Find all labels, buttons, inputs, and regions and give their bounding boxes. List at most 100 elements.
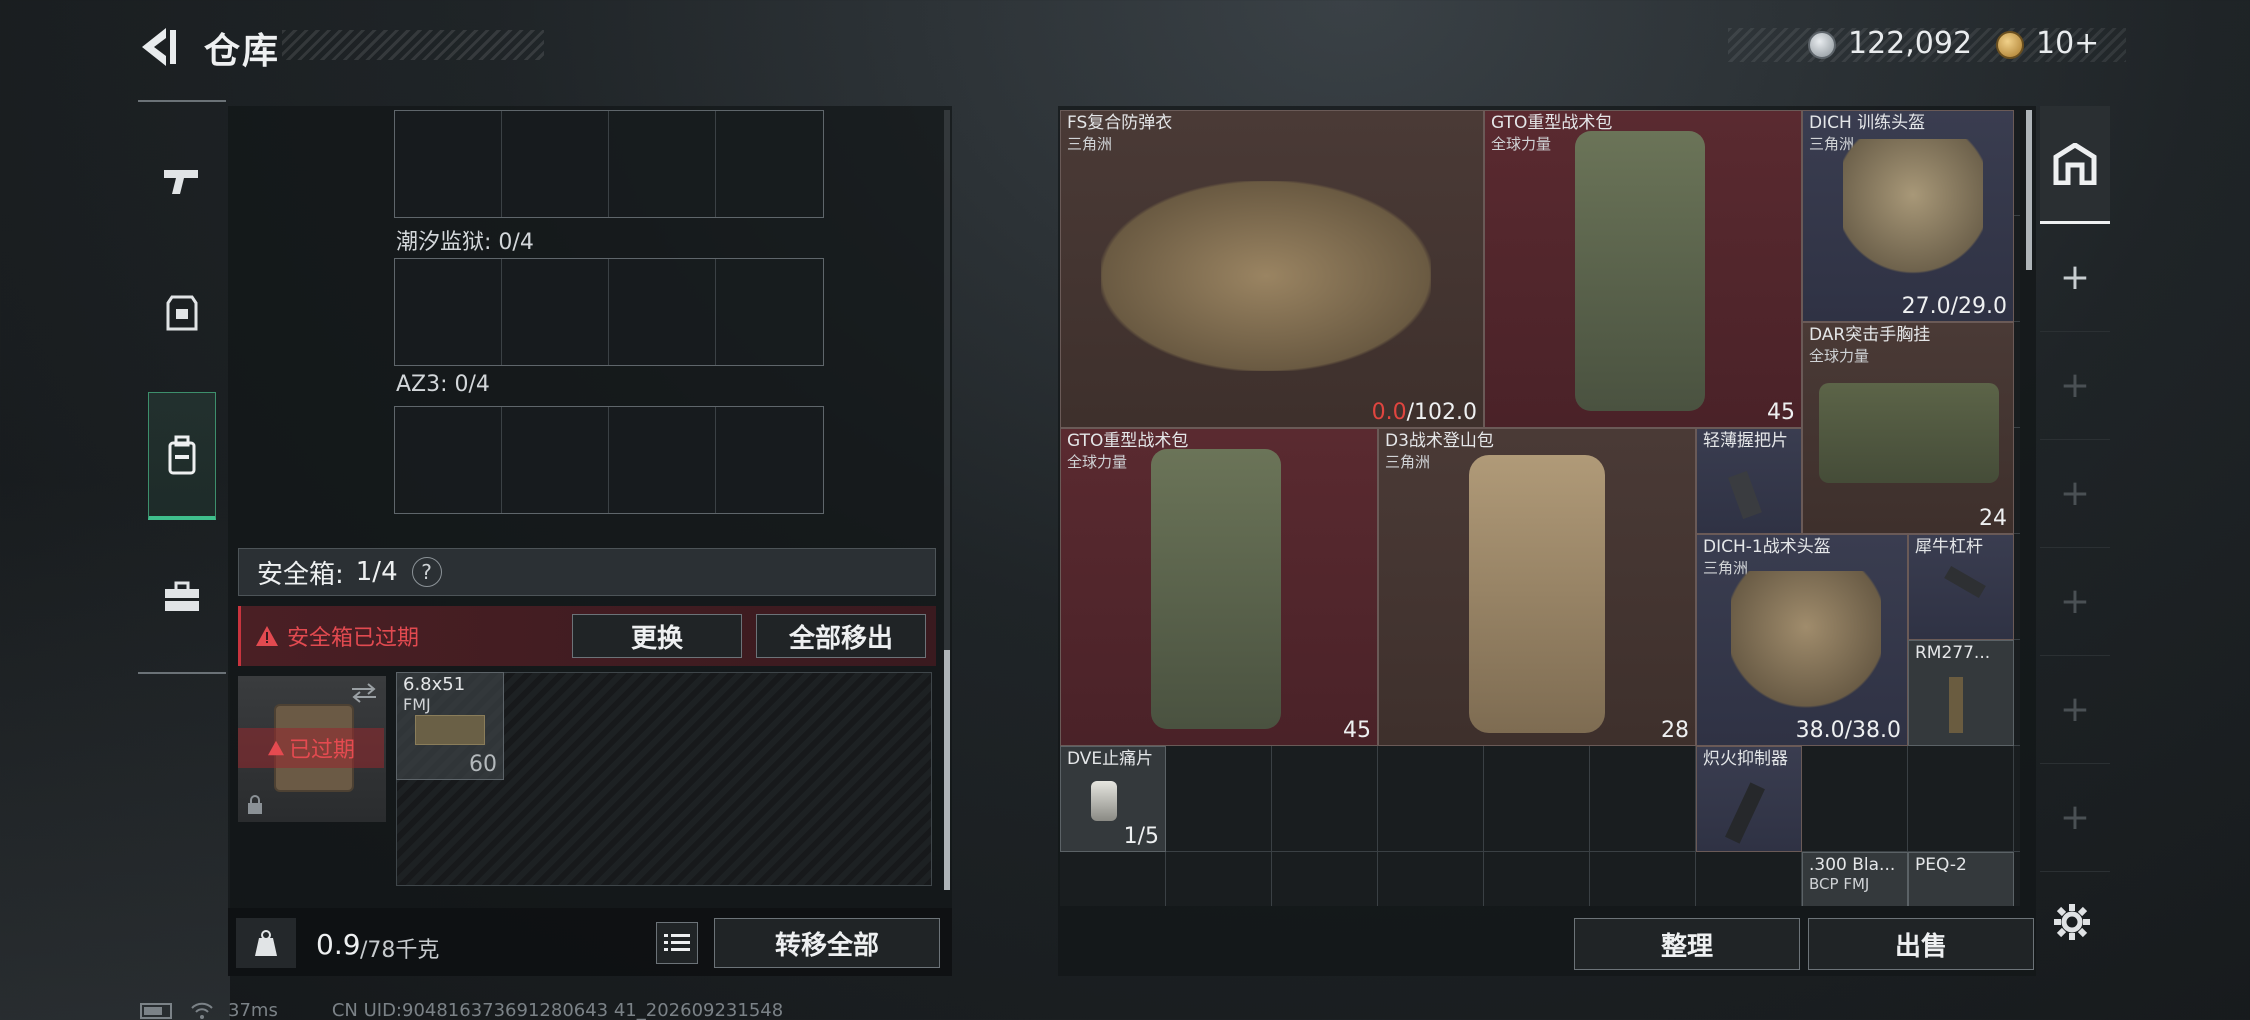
transfer-all-button[interactable]: 转移全部 xyxy=(714,918,940,968)
item-gto-bag-1[interactable]: GTO重型战术包 全球力量 45 xyxy=(1484,110,1802,428)
item-sub: 全球力量 xyxy=(1491,135,1552,153)
list-view-button[interactable] xyxy=(656,922,698,964)
item-peq2[interactable]: PEQ-2 xyxy=(1908,852,2014,906)
item-name: 犀牛杠杆 xyxy=(1915,537,1983,557)
item-rhino-lever[interactable]: 犀牛杠杆 xyxy=(1908,534,2014,640)
item-name: GTO重型战术包 xyxy=(1491,113,1613,133)
armor-icon xyxy=(166,295,198,331)
item-gto-bag-2[interactable]: GTO重型战术包 全球力量 45 xyxy=(1060,428,1378,746)
expired-badge: 已过期 xyxy=(238,728,384,768)
item-dve-pills[interactable]: DVE止痛片 1/5 xyxy=(1060,746,1166,852)
add-tab-6[interactable]: + xyxy=(2040,764,2110,872)
durability-current: 0.0 xyxy=(1371,400,1407,425)
right-scroll-thumb[interactable] xyxy=(2026,110,2032,270)
item-name: DICH 训练头盔 xyxy=(1809,113,1926,133)
backpack-icon xyxy=(168,435,196,474)
briefcase-icon xyxy=(165,581,199,611)
uses-value: 1/5 xyxy=(1123,824,1159,849)
ammo-count: 60 xyxy=(469,752,497,777)
item-sub: 三角洲 xyxy=(1385,453,1431,471)
plus-icon: + xyxy=(2059,257,2091,298)
gold-coin-icon xyxy=(1996,31,2024,59)
slot-grid-top[interactable] xyxy=(394,110,824,218)
move-all-out-button[interactable]: 全部移出 xyxy=(756,614,926,658)
item-name: DICH-1战术头盔 xyxy=(1703,537,1831,557)
item-fs-vest[interactable]: FS复合防弹衣 三角洲 0.0/102.0 xyxy=(1060,110,1484,428)
safe-box-bar: 安全箱: 1/4 ? xyxy=(238,548,936,596)
suppressor-image xyxy=(1725,782,1765,844)
capacity-value: 45 xyxy=(1343,718,1371,743)
warning-text: 安全箱已过期 xyxy=(287,626,420,651)
slot-grid-az3[interactable] xyxy=(394,406,824,514)
nav-backpack[interactable] xyxy=(148,392,216,520)
item-dich-helmet[interactable]: DICH 训练头盔 三角洲 27.0/29.0 xyxy=(1802,110,2014,322)
weight-current: 0.9 xyxy=(316,928,361,961)
item-dich1-helmet[interactable]: DICH-1战术头盔 三角洲 38.0/38.0 xyxy=(1696,534,1908,746)
grip-image xyxy=(1728,470,1762,520)
nav-armor[interactable] xyxy=(138,248,226,378)
warehouse-icon xyxy=(2053,142,2097,185)
item-300-ammo[interactable]: .300 Bla... BCP FMJ xyxy=(1802,852,1908,906)
nav-weapons[interactable] xyxy=(138,116,226,246)
magazine-image xyxy=(1949,677,1963,733)
item-suppressor[interactable]: 炽火抑制器 xyxy=(1696,746,1802,852)
rig-image xyxy=(1819,383,1999,483)
slot-grid-tide[interactable] xyxy=(394,258,824,366)
weight-max: /78千克 xyxy=(360,938,440,963)
safe-box-count: 1/4 xyxy=(355,557,398,587)
nav-case[interactable] xyxy=(138,532,226,662)
weight-icon xyxy=(236,918,296,968)
item-name: .300 Bla... xyxy=(1809,855,1896,875)
currency-gold[interactable]: 10+ xyxy=(2036,26,2099,61)
expired-text: 已过期 xyxy=(288,738,355,763)
battery-icon xyxy=(140,1002,172,1019)
add-tab-5[interactable]: + xyxy=(2040,656,2110,764)
capacity-value: 24 xyxy=(1979,506,2007,531)
warehouse-tabs: + + + + + + xyxy=(2040,106,2110,976)
help-icon[interactable]: ? xyxy=(411,557,442,587)
item-name: 轻薄握把片 xyxy=(1703,431,1788,451)
inventory-grid[interactable]: FS复合防弹衣 三角洲 0.0/102.0 GTO重型战术包 全球力量 45 D… xyxy=(1060,110,2020,906)
durability-value: 27.0/29.0 xyxy=(1901,294,2007,319)
backpack-image xyxy=(1575,131,1705,411)
back-arrow-icon[interactable] xyxy=(136,24,182,70)
status-footer: 37ms CN UID:904816373691280643 41_202609… xyxy=(140,1000,783,1020)
swap-icon[interactable] xyxy=(350,682,378,704)
sort-button[interactable]: 整理 xyxy=(1574,918,1800,970)
currency-silver: 122,092 xyxy=(1848,26,1973,61)
warning-icon xyxy=(256,626,278,646)
item-rm277[interactable]: RM277... xyxy=(1908,640,2014,746)
item-sub: 全球力量 xyxy=(1809,347,1870,365)
item-name: 炽火抑制器 xyxy=(1703,749,1788,769)
ping-value: 37ms xyxy=(228,1000,278,1020)
sell-button[interactable]: 出售 xyxy=(1808,918,2034,970)
category-nav xyxy=(138,100,226,674)
item-sub: 三角洲 xyxy=(1067,135,1113,153)
item-d3-bag[interactable]: D3战术登山包 三角洲 28 xyxy=(1378,428,1696,746)
wifi-icon xyxy=(191,1002,213,1019)
item-dar-rig[interactable]: DAR突击手胸挂 全球力量 24 xyxy=(1802,322,2014,534)
item-name: PEQ-2 xyxy=(1915,855,1967,875)
warehouse-tab-main[interactable] xyxy=(2040,106,2110,224)
ammo-box-image xyxy=(415,715,485,745)
item-name: GTO重型战术包 xyxy=(1067,431,1189,451)
backpack-image xyxy=(1469,455,1605,733)
left-scroll-thumb[interactable] xyxy=(944,650,950,890)
capacity-value: 28 xyxy=(1661,718,1689,743)
settings-gear-icon[interactable] xyxy=(2052,902,2092,946)
ammo-sub: FMJ xyxy=(403,695,431,714)
add-tab-3[interactable]: + xyxy=(2040,440,2110,548)
item-sub: BCP FMJ xyxy=(1809,875,1870,893)
item-grip[interactable]: 轻薄握把片 xyxy=(1696,428,1802,534)
safe-box-label: 安全箱: xyxy=(257,559,344,590)
backpack-image xyxy=(1151,449,1281,729)
pill-image xyxy=(1091,781,1117,821)
plus-icon: + xyxy=(2059,473,2091,514)
add-tab-4[interactable]: + xyxy=(2040,548,2110,656)
add-tab-2[interactable]: + xyxy=(2040,332,2110,440)
ammo-item[interactable]: 6.8x51 FMJ 60 xyxy=(396,672,504,780)
helmet-image xyxy=(1843,139,1983,279)
replace-button[interactable]: 更换 xyxy=(572,614,742,658)
add-tab-1[interactable]: + xyxy=(2040,224,2110,332)
list-icon xyxy=(664,934,690,951)
